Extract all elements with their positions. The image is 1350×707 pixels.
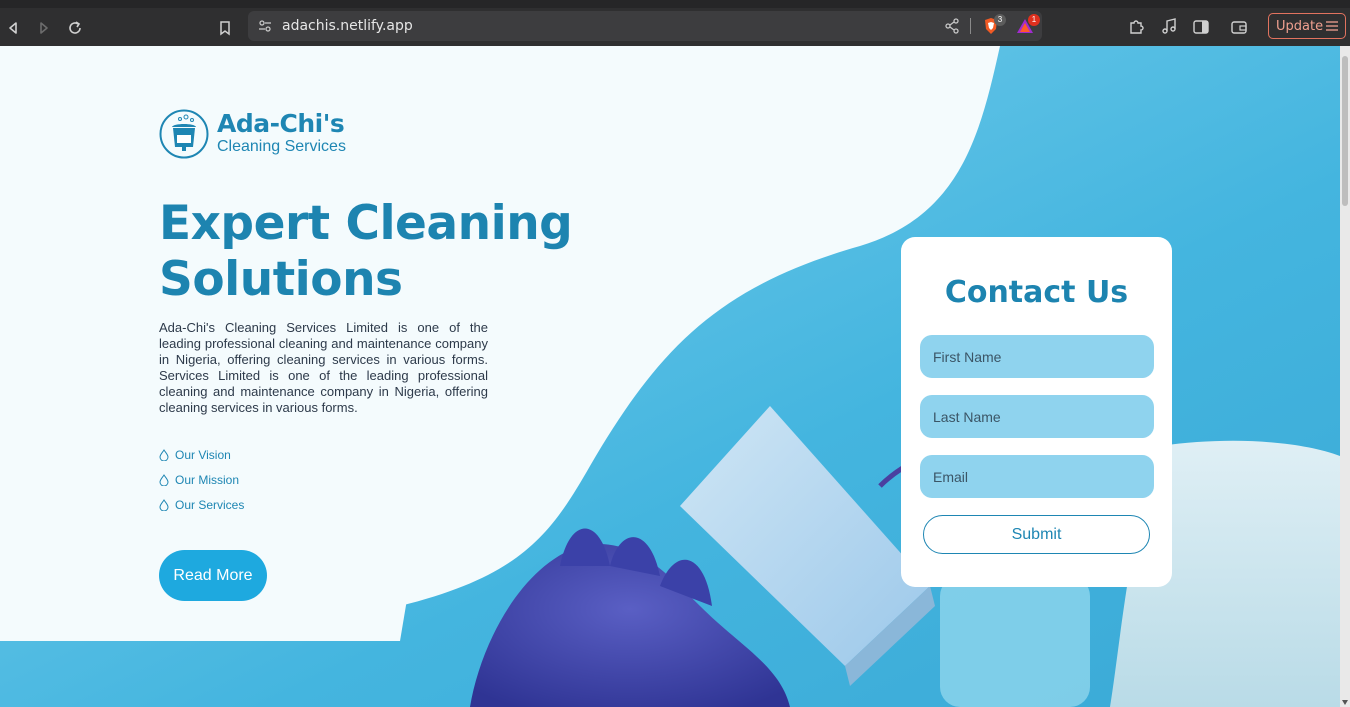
scrollbar-thumb[interactable] bbox=[1342, 56, 1348, 206]
extensions-icon[interactable] bbox=[1126, 17, 1146, 37]
contact-title: Contact Us bbox=[944, 275, 1129, 310]
first-name-input[interactable] bbox=[920, 335, 1154, 378]
rewards-count-badge: 1 bbox=[1028, 14, 1040, 26]
hero-links: Our Vision Our Mission Our Services bbox=[159, 442, 244, 517]
back-arrow-icon bbox=[9, 22, 17, 34]
email-input[interactable] bbox=[920, 455, 1154, 498]
forward-button[interactable] bbox=[33, 17, 55, 39]
back-button[interactable] bbox=[2, 17, 24, 39]
water-drop-icon bbox=[159, 498, 169, 511]
page-scrollbar[interactable] bbox=[1340, 46, 1350, 707]
link-our-mission[interactable]: Our Mission bbox=[159, 467, 244, 492]
bookmark-button[interactable] bbox=[214, 17, 236, 39]
logo-tagline: Cleaning Services bbox=[217, 138, 346, 155]
hero-title: Expert Cleaning Solutions bbox=[159, 196, 579, 308]
read-more-button[interactable]: Read More bbox=[159, 550, 267, 601]
water-drop-icon bbox=[159, 473, 169, 486]
wallet-icon[interactable] bbox=[1229, 17, 1249, 37]
update-button[interactable]: Update bbox=[1268, 13, 1346, 39]
menu-icon bbox=[1326, 21, 1338, 31]
scroll-down-arrow-icon[interactable] bbox=[1342, 700, 1348, 705]
address-bar-divider bbox=[970, 18, 971, 34]
bucket-logo-icon bbox=[159, 109, 209, 159]
share-icon[interactable] bbox=[944, 18, 960, 34]
link-label: Our Vision bbox=[175, 447, 231, 462]
update-label: Update bbox=[1276, 18, 1324, 34]
site-logo[interactable]: Ada-Chi's Cleaning Services bbox=[159, 109, 379, 161]
reload-button[interactable] bbox=[64, 17, 86, 39]
link-our-services[interactable]: Our Services bbox=[159, 492, 244, 517]
hero-description: Ada-Chi's Cleaning Services Limited is o… bbox=[159, 320, 488, 415]
music-note-icon[interactable] bbox=[1159, 17, 1179, 37]
spray-bottle-shape bbox=[940, 576, 1090, 707]
reload-icon bbox=[69, 21, 81, 34]
url-text[interactable]: adachis.netlify.app bbox=[282, 18, 413, 34]
browser-toolbar: adachis.netlify.app 3 1 Update bbox=[0, 0, 1350, 46]
bookmark-icon bbox=[220, 21, 230, 36]
link-label: Our Services bbox=[175, 497, 245, 512]
sidebar-toggle-icon[interactable] bbox=[1191, 17, 1211, 37]
site-info-icon[interactable] bbox=[258, 19, 272, 33]
web-page: Ada-Chi's Cleaning Services Expert Clean… bbox=[0, 46, 1340, 707]
submit-button[interactable]: Submit bbox=[923, 515, 1150, 554]
forward-arrow-icon bbox=[40, 22, 48, 34]
shield-count-badge: 3 bbox=[994, 14, 1006, 26]
last-name-input[interactable] bbox=[920, 395, 1154, 438]
hero-title-line-2: Solutions bbox=[159, 252, 403, 307]
logo-name: Ada-Chi's bbox=[217, 109, 345, 138]
contact-form-card: Contact Us Submit bbox=[901, 237, 1172, 587]
address-bar[interactable]: adachis.netlify.app 3 1 bbox=[248, 11, 1042, 41]
link-our-vision[interactable]: Our Vision bbox=[159, 442, 244, 467]
link-label: Our Mission bbox=[175, 472, 240, 487]
water-drop-icon bbox=[159, 448, 169, 461]
hero-title-line-1: Expert Cleaning bbox=[159, 196, 573, 251]
